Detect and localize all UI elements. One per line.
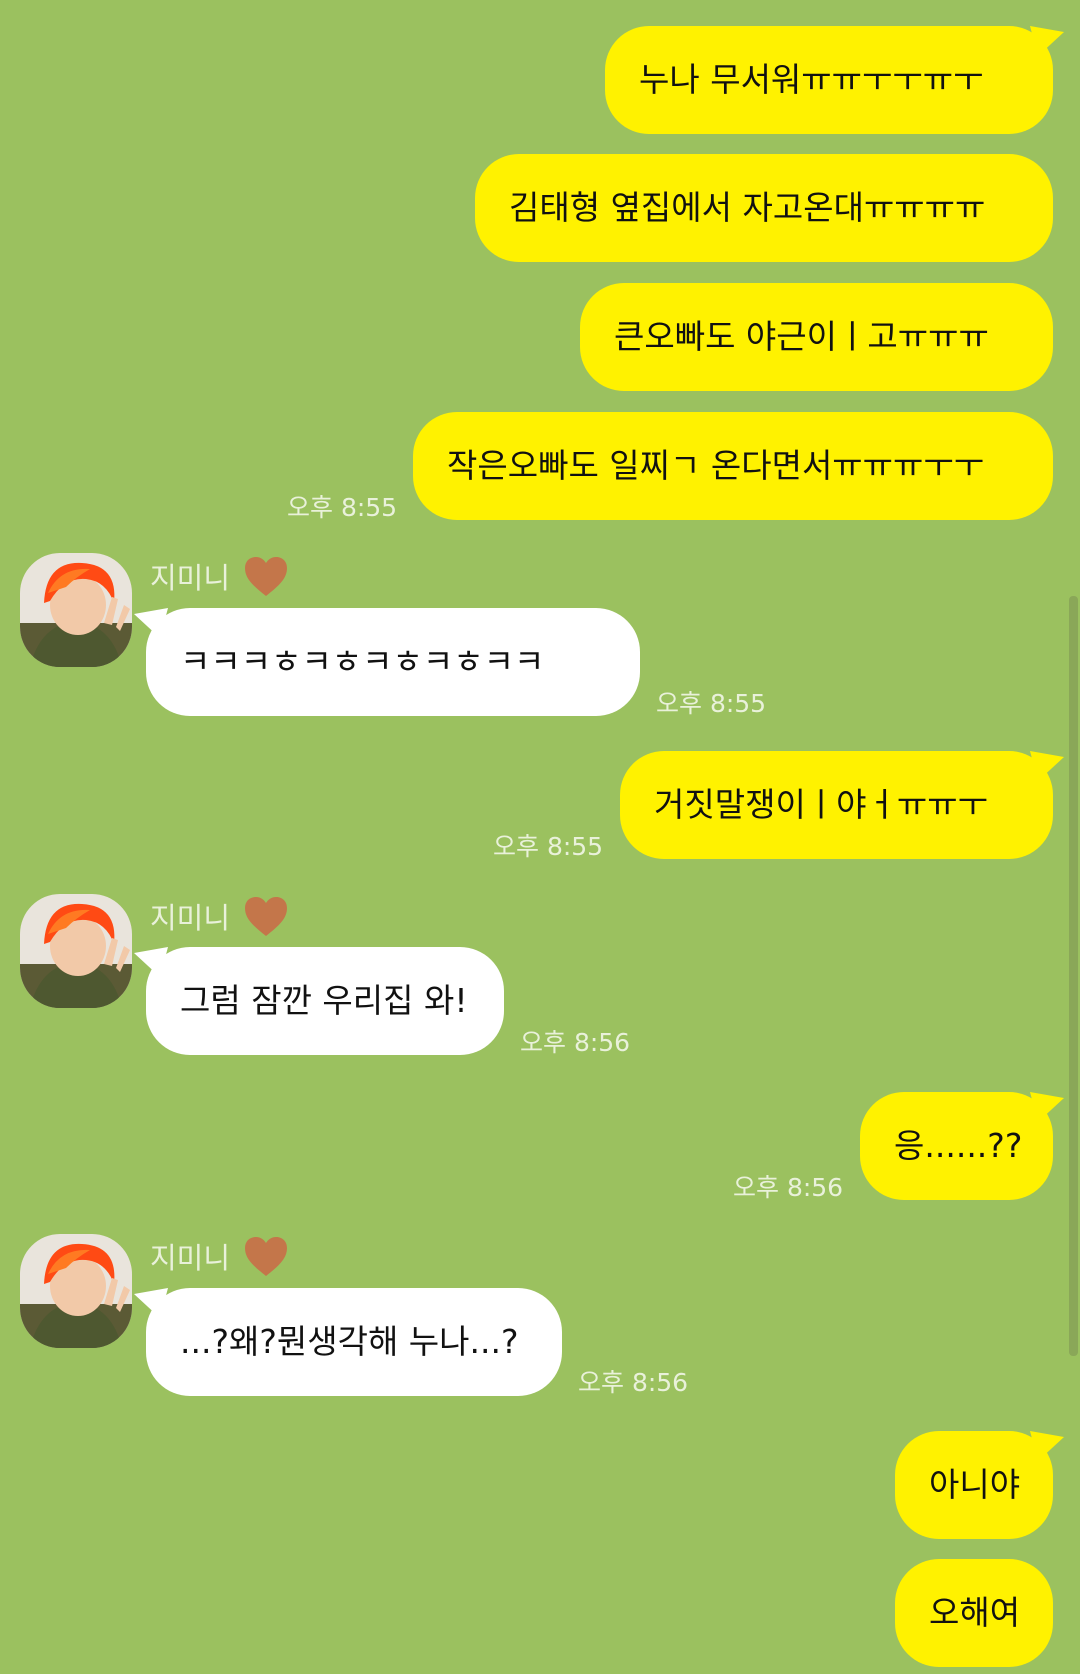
bubble-tail (134, 608, 168, 638)
message-bubble-mine[interactable]: 오해여 (895, 1559, 1053, 1667)
avatar-image (20, 1234, 132, 1348)
brown-heart-icon (245, 897, 287, 936)
avatar[interactable] (20, 553, 132, 667)
message-timestamp: 오후 8:55 (656, 689, 767, 718)
bubble-tail (1030, 1092, 1064, 1122)
bubble-tail (1030, 751, 1064, 781)
avatar[interactable] (20, 894, 132, 1008)
sender-name: 지미니 (150, 561, 231, 595)
message-timestamp: 오후 8:55 (493, 832, 604, 861)
message-bubble-theirs[interactable]: ...?왜?뭔생각해 누나...? (146, 1288, 562, 1396)
message-bubble-mine[interactable]: 거짓말쟁이ㅣ야ㅓㅠㅠㅜ (620, 751, 1053, 859)
sender-name: 지미니 (150, 901, 231, 935)
avatar-image (20, 894, 132, 1008)
avatar[interactable] (20, 1234, 132, 1348)
bubble-tail (134, 1288, 168, 1318)
bubble-tail (1030, 26, 1064, 56)
sender-name: 지미니 (150, 1241, 231, 1275)
message-bubble-mine[interactable]: 누나 무서워ㅠㅠㅜㅜㅠㅜ (605, 26, 1053, 134)
message-bubble-theirs[interactable]: ㅋㅋㅋㅎㅋㅎㅋㅎㅋㅎㅋㅋ (146, 608, 640, 716)
avatar-image (20, 553, 132, 667)
chat-room[interactable]: 누나 무서워ㅠㅠㅜㅜㅠㅜ 김태형 옆집에서 자고온대ㅠㅠㅠㅠ 큰오빠도 야근이ㅣ… (0, 0, 1080, 1674)
message-bubble-mine[interactable]: 작은오빠도 일찌ㄱ 온다면서ㅠㅠㅠㅜㅜ (413, 412, 1053, 520)
message-bubble-mine[interactable]: 김태형 옆집에서 자고온대ㅠㅠㅠㅠ (475, 154, 1053, 262)
message-bubble-theirs[interactable]: 그럼 잠깐 우리집 와! (146, 947, 504, 1055)
message-timestamp: 오후 8:55 (287, 493, 398, 522)
message-timestamp: 오후 8:56 (578, 1368, 689, 1397)
bubble-tail (1030, 1431, 1064, 1461)
brown-heart-icon (245, 1237, 287, 1276)
message-timestamp: 오후 8:56 (733, 1173, 844, 1202)
brown-heart-icon (245, 557, 287, 596)
message-bubble-mine[interactable]: 응......?? (860, 1092, 1053, 1200)
scrollbar[interactable] (1069, 596, 1078, 1356)
message-bubble-mine[interactable]: 큰오빠도 야근이ㅣ고ㅠㅠㅠ (580, 283, 1053, 391)
bubble-tail (134, 947, 168, 977)
message-timestamp: 오후 8:56 (520, 1028, 631, 1057)
